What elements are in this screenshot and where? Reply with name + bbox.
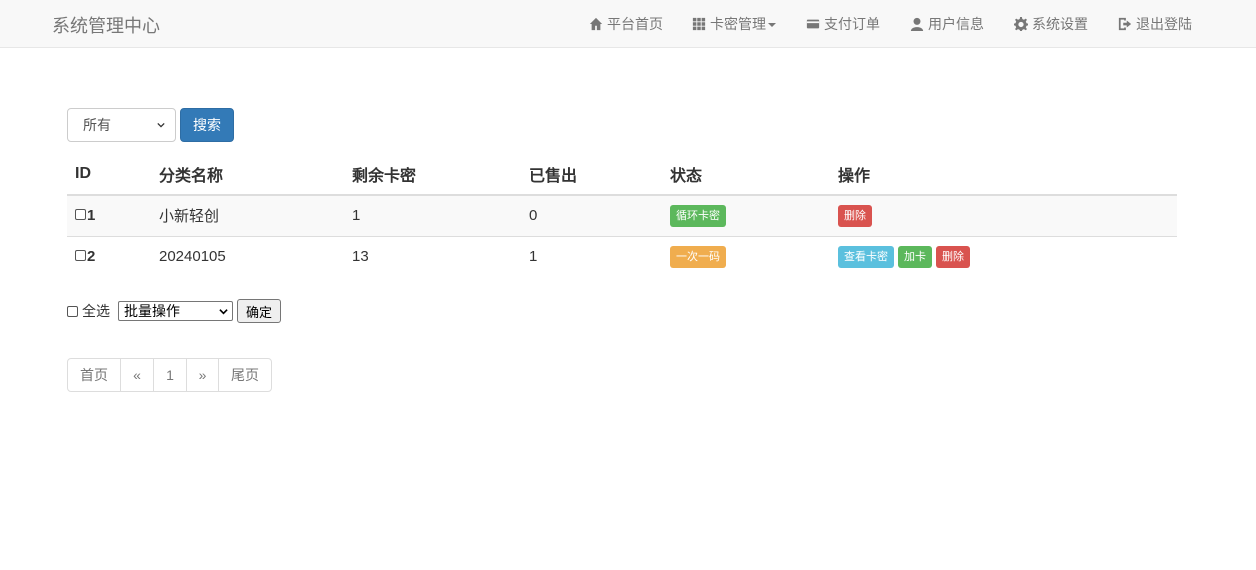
home-icon <box>589 17 603 31</box>
select-all-checkbox[interactable] <box>67 305 78 317</box>
filter-bar: 所有 搜索 <box>67 108 234 142</box>
delete-button[interactable]: 删除 <box>936 245 970 268</box>
category-table: ID 分类名称 剩余卡密 已售出 状态 操作 1 小新轻创 1 0 循环卡密 删… <box>67 154 1177 277</box>
nav-system-settings-label: 系统设置 <box>1032 16 1088 32</box>
delete-button[interactable]: 删除 <box>838 204 872 227</box>
chevron-down-icon <box>219 308 228 314</box>
cell-actions: 删除 <box>830 194 1177 236</box>
cell-sold: 1 <box>521 235 662 277</box>
confirm-button[interactable]: 确定 <box>237 299 281 323</box>
batch-actions: 全选 批量操作 确定 <box>67 299 281 323</box>
col-id: ID <box>67 154 151 196</box>
view-cards-button[interactable]: 查看卡密 <box>838 245 894 268</box>
cell-remaining: 13 <box>344 235 521 277</box>
table-row: 2 20240105 13 1 一次一码 查看卡密 加卡 删除 <box>67 235 1177 277</box>
top-nav: 平台首页 卡密管理 支付订单 用户信息 系统设置 退出登陆 <box>0 0 1256 48</box>
nav-user-info[interactable]: 用户信息 <box>910 14 984 34</box>
search-button[interactable]: 搜索 <box>180 108 234 142</box>
page-1[interactable]: 1 <box>153 358 187 392</box>
cell-id: 1 <box>67 194 151 236</box>
select-all-label: 全选 <box>82 303 110 319</box>
nav-logout-label: 退出登陆 <box>1136 16 1192 32</box>
col-remaining: 剩余卡密 <box>344 154 521 196</box>
table-row: 1 小新轻创 1 0 循环卡密 删除 <box>67 194 1177 236</box>
table-header-row: ID 分类名称 剩余卡密 已售出 状态 操作 <box>67 154 1177 196</box>
nav-home-label: 平台首页 <box>607 16 663 32</box>
col-status: 状态 <box>662 154 830 196</box>
category-filter-select[interactable]: 所有 <box>67 108 176 142</box>
page-last[interactable]: 尾页 <box>218 358 272 392</box>
nav-payment-orders[interactable]: 支付订单 <box>806 14 880 34</box>
logout-icon <box>1118 17 1132 31</box>
grid-icon <box>692 17 706 31</box>
credit-card-icon <box>806 19 820 29</box>
cell-name: 小新轻创 <box>151 194 344 236</box>
caret-down-icon <box>768 23 776 27</box>
nav-user-info-label: 用户信息 <box>928 16 984 32</box>
chevron-down-icon <box>157 122 165 128</box>
nav-card-management[interactable]: 卡密管理 <box>692 14 776 34</box>
cell-name: 20240105 <box>151 235 344 277</box>
status-badge: 一次一码 <box>670 245 726 268</box>
row-checkbox[interactable] <box>75 208 86 220</box>
row-checkbox[interactable] <box>75 249 86 261</box>
pagination: 首页 « 1 » 尾页 <box>67 358 272 392</box>
cell-sold: 0 <box>521 194 662 236</box>
page-first[interactable]: 首页 <box>67 358 121 392</box>
batch-operation-select[interactable]: 批量操作 <box>118 301 233 321</box>
add-card-button[interactable]: 加卡 <box>898 245 932 268</box>
nav-home[interactable]: 平台首页 <box>589 14 663 34</box>
category-filter-value: 所有 <box>83 117 111 133</box>
nav-logout[interactable]: 退出登陆 <box>1118 14 1192 34</box>
status-badge: 循环卡密 <box>670 204 726 227</box>
row-id: 1 <box>87 207 96 225</box>
col-sold: 已售出 <box>521 154 662 196</box>
nav-card-management-label: 卡密管理 <box>710 16 766 32</box>
col-actions: 操作 <box>830 154 1177 196</box>
cell-id: 2 <box>67 235 151 277</box>
navbar: 系统管理中心 平台首页 卡密管理 支付订单 用户信息 系统设置 退出登陆 <box>0 0 1256 48</box>
cell-status: 一次一码 <box>662 235 830 277</box>
col-name: 分类名称 <box>151 154 344 196</box>
row-id: 2 <box>87 248 96 266</box>
nav-payment-orders-label: 支付订单 <box>824 16 880 32</box>
nav-system-settings[interactable]: 系统设置 <box>1014 14 1088 34</box>
cell-remaining: 1 <box>344 194 521 236</box>
user-icon <box>910 17 924 31</box>
cell-actions: 查看卡密 加卡 删除 <box>830 235 1177 277</box>
page-prev[interactable]: « <box>120 358 154 392</box>
batch-operation-value: 批量操作 <box>124 303 180 319</box>
cell-status: 循环卡密 <box>662 194 830 236</box>
gear-icon <box>1014 17 1028 31</box>
page-next[interactable]: » <box>186 358 219 392</box>
